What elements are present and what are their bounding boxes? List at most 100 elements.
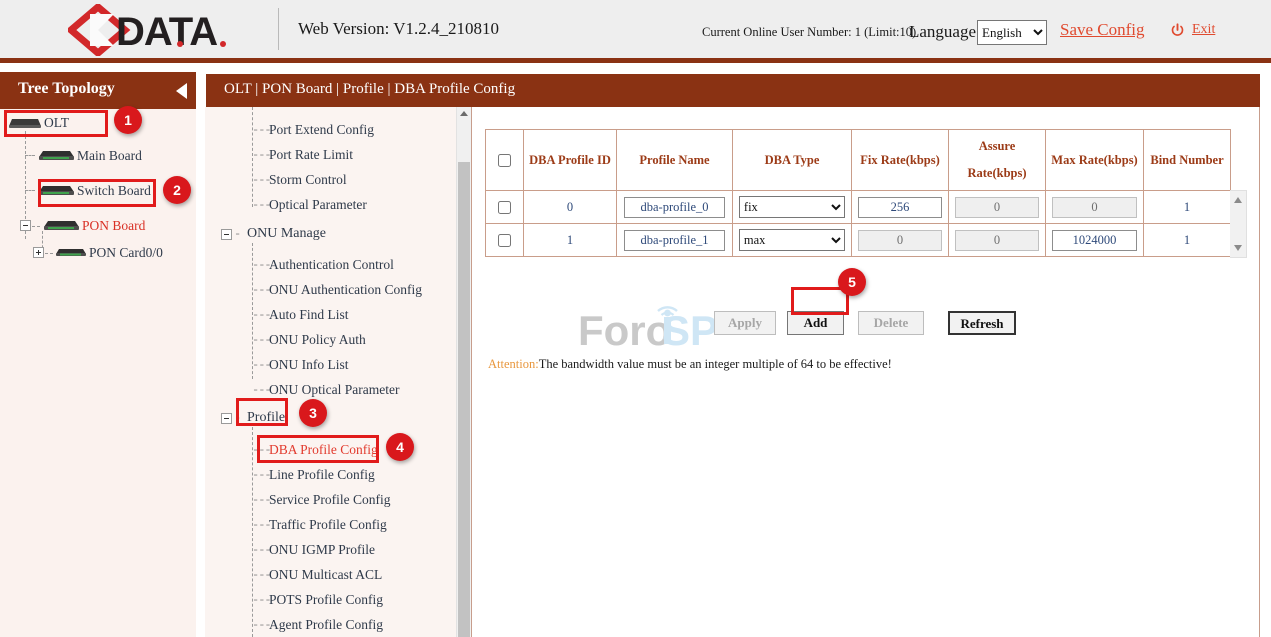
tree-branch-line <box>25 190 35 191</box>
menu-connector: --- <box>252 148 271 162</box>
menu-expander-onu-manage[interactable] <box>221 229 232 240</box>
scroll-down-icon[interactable] <box>1234 245 1242 251</box>
menu-scrollbar[interactable] <box>456 107 471 637</box>
menu-item-dba-profile-config[interactable]: DBA Profile Config <box>269 442 378 458</box>
menu-item-port-rate-limit[interactable]: Port Rate Limit <box>269 147 353 163</box>
menu-expander-profile[interactable] <box>221 413 232 424</box>
save-config-link[interactable]: Save Config <box>1060 20 1145 40</box>
menu-connector: --- <box>252 593 271 607</box>
menu-connector: --- <box>252 358 271 372</box>
profile-name-input[interactable] <box>624 230 725 251</box>
menu-connector: - <box>234 411 240 425</box>
tree-node-switch-board[interactable]: Switch Board <box>38 183 151 199</box>
menu-item-onu-manage[interactable]: ONU Manage <box>247 226 326 242</box>
tree-node-olt[interactable]: OLT <box>8 115 69 131</box>
menu-item-storm-control[interactable]: Storm Control <box>269 172 347 188</box>
dba-type-select[interactable]: fix <box>739 196 845 218</box>
menu-connector: --- <box>252 468 271 482</box>
row-checkbox[interactable] <box>498 201 511 214</box>
exit-link[interactable]: Exit <box>1192 22 1215 38</box>
cell-fix-rate <box>852 224 949 257</box>
tree-node-main-board[interactable]: Main Board <box>38 148 142 164</box>
menu-item-auto-find-list[interactable]: Auto Find List <box>269 307 349 323</box>
row-select-cell <box>486 224 524 257</box>
app-header: DATA Web Version: V1.2.4_210810 Current … <box>0 0 1271 63</box>
add-button[interactable]: Add <box>787 311 844 335</box>
profile-name-input[interactable] <box>624 197 725 218</box>
tree-node-pon-card[interactable]: PON Card0/0 <box>55 245 163 261</box>
power-icon <box>1170 23 1185 38</box>
column-dba-type: DBA Type <box>733 130 852 191</box>
assure-rate-line1: Assure <box>979 139 1016 153</box>
cell-max-rate <box>1046 224 1144 257</box>
breadcrumb-bar: OLT | PON Board | Profile | DBA Profile … <box>206 74 1260 107</box>
tree-branch-line <box>25 155 35 156</box>
menu-item-agent-profile-config[interactable]: Agent Profile Config <box>269 617 383 633</box>
menu-item-onu-authentication-config[interactable]: ONU Authentication Config <box>269 282 422 298</box>
menu-connector: --- <box>252 283 271 297</box>
column-assure-rate: Assure Rate(kbps) <box>949 130 1046 191</box>
column-fix-rate: Fix Rate(kbps) <box>852 130 949 191</box>
menu-item-traffic-profile-config[interactable]: Traffic Profile Config <box>269 517 387 533</box>
menu-item-authentication-control[interactable]: Authentication Control <box>269 257 394 273</box>
menu-connector: --- <box>252 308 271 322</box>
assure-rate-line2: Rate(kbps) <box>967 166 1026 180</box>
apply-button[interactable]: Apply <box>714 311 776 335</box>
language-label: Language <box>909 22 976 42</box>
cdata-logo: DATA <box>68 4 268 56</box>
attention-note: Attention:The bandwidth value must be an… <box>488 357 892 372</box>
tree-topology-titlebar: Tree Topology <box>0 72 196 109</box>
exit-group[interactable]: Exit <box>1170 22 1215 38</box>
cell-bind-number: 1 <box>1144 224 1231 257</box>
select-all-checkbox[interactable] <box>498 154 511 167</box>
table-vertical-scrollbar[interactable] <box>1230 190 1247 258</box>
cell-dba-type: max <box>733 224 852 257</box>
row-checkbox[interactable] <box>498 234 511 247</box>
tree-node-label: PON Card0/0 <box>89 245 163 261</box>
tree-expander-pon-board[interactable] <box>20 220 31 231</box>
collapse-panel-icon[interactable] <box>176 83 187 99</box>
cell-assure-rate <box>949 191 1046 224</box>
delete-button[interactable]: Delete <box>858 311 924 335</box>
header-divider <box>278 8 279 50</box>
table-row: 1 max <box>486 224 1231 257</box>
dba-profile-table: DBA Profile ID Profile Name DBA Type Fix… <box>485 129 1231 257</box>
tree-node-label: OLT <box>44 115 69 131</box>
breadcrumb: OLT | PON Board | Profile | DBA Profile … <box>224 81 515 98</box>
cell-fix-rate <box>852 191 949 224</box>
menu-item-optical-parameter[interactable]: Optical Parameter <box>269 197 367 213</box>
menu-item-line-profile-config[interactable]: Line Profile Config <box>269 467 375 483</box>
cell-max-rate <box>1046 191 1144 224</box>
dba-type-select[interactable]: max <box>739 229 845 251</box>
menu-item-onu-info-list[interactable]: ONU Info List <box>269 357 349 373</box>
tree-node-pon-board[interactable]: PON Board <box>43 218 145 234</box>
menu-item-onu-optical-parameter[interactable]: ONU Optical Parameter <box>269 382 399 398</box>
menu-item-profile[interactable]: Profile <box>247 410 285 426</box>
refresh-button[interactable]: Refresh <box>948 311 1016 335</box>
scroll-up-icon[interactable] <box>460 111 468 116</box>
select-all-header <box>486 130 524 191</box>
column-bind-number: Bind Number <box>1144 130 1231 191</box>
cell-bind-number: 1 <box>1144 191 1231 224</box>
scroll-up-icon[interactable] <box>1234 197 1242 203</box>
step-badge-4: 4 <box>386 433 414 461</box>
max-rate-input[interactable] <box>1052 230 1137 251</box>
menu-connector: --- <box>252 543 271 557</box>
menu-item-onu-igmp-profile[interactable]: ONU IGMP Profile <box>269 542 375 558</box>
language-select[interactable]: English <box>977 20 1047 45</box>
menu-connector: --- <box>252 618 271 632</box>
menu-item-onu-multicast-acl[interactable]: ONU Multicast ACL <box>269 567 382 583</box>
menu-item-pots-profile-config[interactable]: POTS Profile Config <box>269 592 383 608</box>
tree-expander-pon-card[interactable] <box>33 247 44 258</box>
cell-dba-profile-id: 0 <box>524 191 617 224</box>
secondary-menu: --- Port Extend Config --- Port Rate Lim… <box>205 107 471 637</box>
menu-connector: --- <box>252 518 271 532</box>
menu-item-onu-policy-auth[interactable]: ONU Policy Auth <box>269 332 366 348</box>
fix-rate-input[interactable] <box>858 197 942 218</box>
fix-rate-input <box>858 230 942 251</box>
column-max-rate: Max Rate(kbps) <box>1046 130 1144 191</box>
menu-item-port-extend-config[interactable]: Port Extend Config <box>269 122 374 138</box>
menu-item-service-profile-config[interactable]: Service Profile Config <box>269 492 390 508</box>
menu-scrollbar-thumb[interactable] <box>458 162 470 637</box>
assure-rate-input <box>955 197 1039 218</box>
